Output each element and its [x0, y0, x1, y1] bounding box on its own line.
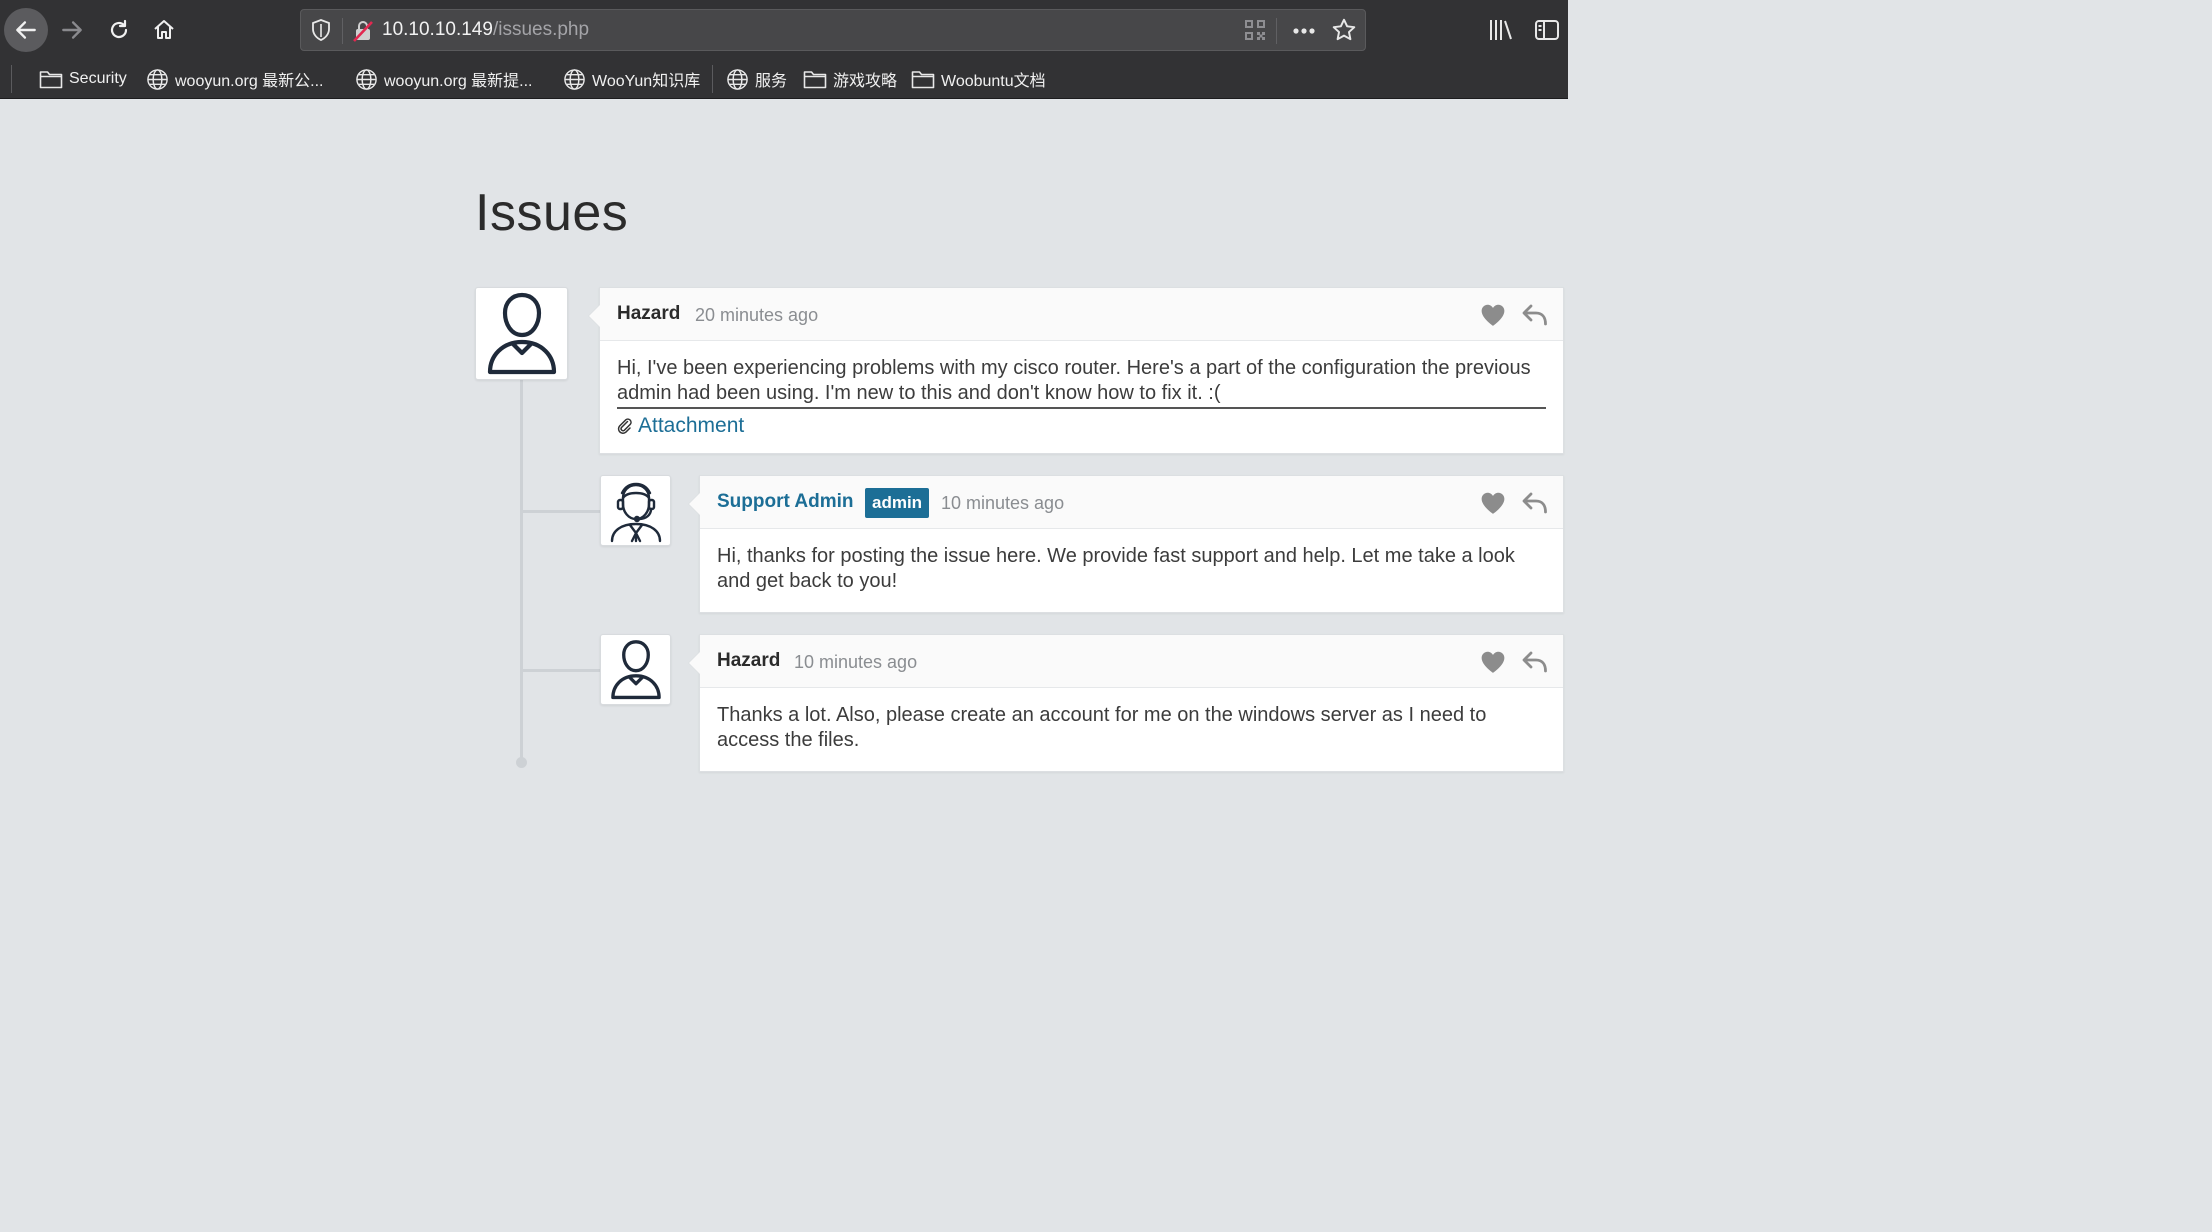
- browser-toolbar: 10.10.10.149/issues.php Security wooyun.…: [0, 0, 1568, 99]
- bookmark-label: 服务: [755, 73, 788, 90]
- comment-time: 10 minutes ago: [794, 652, 918, 672]
- user-avatar-icon: [600, 634, 671, 705]
- comment-header: Hazard 10 minutes ago: [700, 635, 1563, 688]
- arrow-right-icon: [62, 21, 82, 39]
- bookmarks-toolbar: Security wooyun.org 最新公... wooyun.org 最新…: [0, 60, 1568, 98]
- bookmark-label: 游戏攻略: [833, 73, 898, 90]
- url-divider: [1276, 18, 1277, 44]
- globe-icon: [564, 68, 585, 90]
- home-button[interactable]: [142, 8, 186, 52]
- comment-card: Support Admin admin 10 minutes ago Hi, t…: [688, 475, 1564, 613]
- url-divider: [342, 18, 343, 44]
- attachment-link[interactable]: Attachment: [617, 413, 1546, 438]
- paperclip-icon: [617, 417, 632, 434]
- bookmark-security[interactable]: Security: [39, 67, 127, 91]
- bookmark-separator: [11, 65, 12, 93]
- reload-button[interactable]: [97, 8, 141, 52]
- folder-icon: [803, 71, 827, 89]
- url-host: 10.10.10.149: [382, 19, 493, 40]
- comment-card: Hazard 20 minutes ago Hi, I've been expe…: [588, 287, 1564, 454]
- globe-icon: [356, 68, 377, 90]
- comment-time: 10 minutes ago: [941, 493, 1065, 513]
- tracking-shield-icon[interactable]: [311, 19, 331, 46]
- globe-icon: [727, 68, 748, 90]
- bookmark-game-guides[interactable]: 游戏攻略: [803, 67, 897, 91]
- bookmark-separator: [712, 65, 713, 93]
- comment-author[interactable]: Hazard: [717, 650, 780, 672]
- bookmark-label: Security: [69, 70, 127, 87]
- comment-author[interactable]: Hazard: [617, 303, 680, 325]
- bookmark-woobuntu-docs[interactable]: Woobuntu文档: [911, 67, 1046, 91]
- page-title: Issues: [475, 184, 629, 242]
- library-icon[interactable]: [1488, 17, 1514, 48]
- timeline-branch: [522, 669, 600, 672]
- timeline-end-dot: [516, 757, 527, 768]
- comment-text: Hi, thanks for posting the issue here. W…: [717, 545, 1515, 592]
- qr-code-icon[interactable]: [1244, 19, 1266, 46]
- bookmark-label: wooyun.org 最新公...: [175, 73, 324, 90]
- back-button[interactable]: [4, 8, 48, 52]
- reload-icon: [110, 19, 128, 39]
- reply-icon[interactable]: [1522, 650, 1548, 679]
- attachment-divider: [617, 407, 1546, 409]
- comment-header: Support Admin admin 10 minutes ago: [700, 476, 1563, 529]
- bookmark-label: Woobuntu文档: [941, 73, 1046, 90]
- comment-text: Thanks a lot. Also, please create an acc…: [717, 704, 1487, 751]
- reply-icon[interactable]: [1522, 303, 1548, 332]
- comment-text: Hi, I've been experiencing problems with…: [617, 357, 1531, 404]
- insecure-lock-icon[interactable]: [353, 20, 373, 47]
- folder-icon: [911, 71, 935, 89]
- bookmark-label: WooYun知识库: [592, 73, 701, 90]
- bookmark-wooyun-kb[interactable]: WooYun知识库: [563, 67, 700, 91]
- bookmark-star-icon[interactable]: [1331, 17, 1357, 48]
- timeline-line: [520, 378, 523, 762]
- url-path: /issues.php: [492, 19, 590, 40]
- sidebar-toggle-icon[interactable]: [1534, 17, 1560, 48]
- timeline-branch: [522, 510, 600, 513]
- arrow-left-icon: [16, 21, 36, 39]
- comment-author[interactable]: Support Admin: [717, 491, 854, 513]
- bookmark-wooyun-1[interactable]: wooyun.org 最新公...: [146, 67, 324, 91]
- support-agent-avatar-icon: [600, 475, 671, 546]
- comment-time: 20 minutes ago: [695, 305, 819, 325]
- heart-icon[interactable]: [1480, 491, 1506, 520]
- reply-icon[interactable]: [1522, 491, 1548, 520]
- folder-icon: [39, 71, 63, 89]
- comment-header: Hazard 20 minutes ago: [600, 288, 1563, 341]
- bookmark-services[interactable]: 服务: [726, 67, 787, 91]
- home-icon: [154, 20, 174, 39]
- forward-button[interactable]: [50, 8, 94, 52]
- comment-card: Hazard 10 minutes ago Thanks a lot. Also…: [688, 634, 1564, 772]
- attachment-label: Attachment: [638, 414, 745, 437]
- url-bar[interactable]: 10.10.10.149/issues.php: [300, 9, 1366, 51]
- admin-badge: admin: [865, 488, 930, 518]
- heart-icon[interactable]: [1480, 650, 1506, 679]
- bookmark-label: wooyun.org 最新提...: [384, 73, 533, 90]
- page-actions-menu-icon[interactable]: [1291, 18, 1317, 49]
- heart-icon[interactable]: [1480, 303, 1506, 332]
- bookmark-wooyun-2[interactable]: wooyun.org 最新提...: [355, 67, 533, 91]
- user-avatar-icon: [475, 287, 568, 380]
- globe-icon: [147, 68, 168, 90]
- url-text[interactable]: 10.10.10.149/issues.php: [382, 19, 589, 41]
